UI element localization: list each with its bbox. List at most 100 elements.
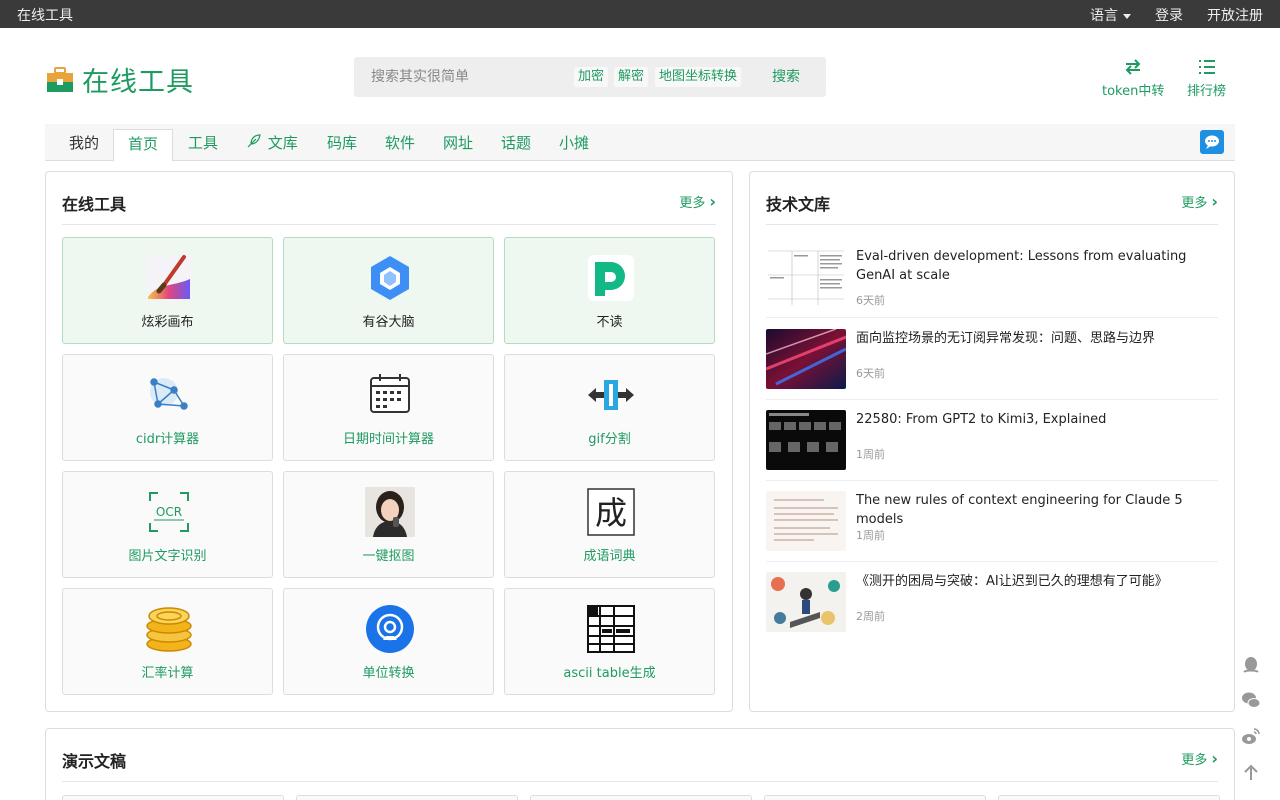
tab-mine[interactable]: 我的 [55, 130, 113, 161]
doc-item[interactable]: Eval-driven development: Lessons from ev… [766, 247, 1218, 318]
doc-thumbnail [766, 329, 846, 389]
doc-title[interactable]: The new rules of context engineering for… [856, 491, 1216, 529]
token-relay-label: token中转 [1102, 84, 1165, 99]
split-icon [586, 370, 636, 420]
wechat-icon[interactable] [1241, 690, 1261, 710]
ranking-button[interactable]: 排行榜 [1187, 59, 1226, 99]
weibo-icon[interactable] [1241, 726, 1261, 746]
login-link[interactable]: 登录 [1155, 5, 1183, 25]
tool-card[interactable]: cidr计算器 [62, 354, 273, 461]
doc-time: 2周前 [856, 610, 885, 623]
back-to-top-icon[interactable] [1241, 762, 1261, 782]
tool-card[interactable]: 汇率计算 [62, 588, 273, 695]
bu-du-icon [586, 253, 636, 303]
divider [62, 224, 716, 225]
doc-item[interactable]: 22580: From GPT2 to Kimi3, Explained 1周前 [766, 410, 1218, 481]
site-name[interactable]: 在线工具 [17, 5, 73, 25]
hexagon-icon [365, 253, 415, 303]
search-button[interactable]: 搜索 [772, 67, 800, 87]
qq-icon[interactable] [1241, 655, 1261, 675]
demo-card[interactable] [296, 795, 518, 800]
tool-card[interactable]: 成 成语词典 [504, 471, 715, 578]
network-icon [144, 370, 194, 420]
doc-time: 6天前 [856, 367, 885, 380]
search-tag-encrypt[interactable]: 加密 [574, 67, 609, 87]
tool-name: 不读 [596, 315, 623, 330]
tool-name: 一键抠图 [362, 549, 415, 564]
tool-card[interactable]: 单位转换 [283, 588, 494, 695]
tab-sites[interactable]: 网址 [429, 130, 487, 161]
main-nav: 我的 首页 工具 文库 码库 软件 网址 话题 小摊 [45, 124, 1235, 162]
demo-card[interactable] [530, 795, 752, 800]
logo-text: 在线工具 [82, 67, 194, 98]
tab-home[interactable]: 首页 [113, 129, 174, 162]
tab-code[interactable]: 码库 [313, 130, 371, 161]
demo-card[interactable] [62, 795, 284, 800]
demo-card[interactable] [998, 795, 1220, 800]
tool-card[interactable]: 日期时间计算器 [283, 354, 494, 461]
unit-icon [365, 604, 415, 654]
tab-library[interactable]: 文库 [233, 130, 312, 161]
tool-card[interactable]: 一键抠图 [283, 471, 494, 578]
divider [766, 224, 1218, 225]
tab-library-label: 文库 [267, 134, 298, 152]
tab-tools[interactable]: 工具 [174, 130, 232, 161]
search-tag-decrypt[interactable]: 解密 [614, 67, 649, 87]
doc-thumbnail [766, 247, 846, 307]
svg-text:成: 成 [595, 494, 627, 532]
doc-title[interactable]: 22580: From GPT2 to Kimi3, Explained [856, 410, 1216, 429]
portrait-icon [365, 487, 415, 537]
ocr-icon: OCR [144, 487, 194, 537]
tool-name: gif分割 [588, 432, 631, 447]
tab-software[interactable]: 软件 [371, 130, 429, 161]
calendar-icon [365, 370, 415, 420]
swap-arrows-icon [1102, 59, 1164, 77]
divider [766, 561, 1218, 562]
tool-card[interactable]: OCR 图片文字识别 [62, 471, 273, 578]
top-bar: 在线工具 语言 登录 开放注册 [0, 0, 1280, 28]
register-link[interactable]: 开放注册 [1207, 5, 1263, 25]
tool-card[interactable]: 有谷大脑 [283, 237, 494, 344]
language-dropdown[interactable]: 语言 [1090, 5, 1131, 25]
tools-panel: 在线工具 更多 炫彩画布 有谷大脑 [45, 171, 733, 712]
doc-item[interactable]: 《测开的困局与突破：AI让迟到已久的理想有了可能》 2周前 [766, 572, 1218, 642]
doc-time: 1周前 [856, 529, 885, 542]
doc-title[interactable]: 面向监控场景的无订阅异常发现：问题、思路与边界 [856, 329, 1216, 348]
search-tag-map-coord[interactable]: 地图坐标转换 [655, 67, 742, 87]
divider [62, 781, 1218, 782]
demo-panel: 演示文稿 更多 [45, 728, 1235, 800]
svg-text:OCR: OCR [156, 505, 182, 519]
doc-time: 6天前 [856, 294, 885, 307]
tool-name: ascii table生成 [563, 666, 656, 681]
tool-name: 图片文字识别 [128, 549, 207, 564]
token-relay-button[interactable]: token中转 [1102, 59, 1164, 99]
doc-item[interactable]: 面向监控场景的无订阅异常发现：问题、思路与边界 6天前 [766, 329, 1218, 400]
tool-card[interactable]: 炫彩画布 [62, 237, 273, 344]
tab-topics[interactable]: 话题 [487, 130, 545, 161]
tool-name: 日期时间计算器 [342, 432, 434, 447]
chat-icon[interactable] [1200, 130, 1224, 154]
demo-card[interactable] [764, 795, 986, 800]
doc-title[interactable]: Eval-driven development: Lessons from ev… [856, 247, 1216, 285]
tab-stalls[interactable]: 小摊 [545, 130, 603, 161]
doc-time: 1周前 [856, 448, 885, 461]
doc-title[interactable]: 《测开的困局与突破：AI让迟到已久的理想有了可能》 [856, 572, 1216, 591]
search-input[interactable] [354, 57, 564, 97]
tool-card[interactable]: 不读 [504, 237, 715, 344]
demo-panel-title: 演示文稿 [62, 752, 127, 771]
list-icon [1187, 59, 1226, 77]
docs-more-link[interactable]: 更多 [1181, 192, 1218, 211]
logo[interactable]: 在线工具 [46, 60, 194, 99]
docs-panel: 技术文库 更多 Eval-driven development: Lessons… [749, 171, 1235, 712]
doc-item[interactable]: The new rules of context engineering for… [766, 491, 1218, 562]
divider [766, 399, 1218, 400]
demo-more-link[interactable]: 更多 [1181, 749, 1218, 768]
tools-more-link[interactable]: 更多 [679, 192, 716, 211]
tool-card[interactable]: gif分割 [504, 354, 715, 461]
top-bar-right: 语言 登录 开放注册 [1090, 5, 1263, 25]
toolbox-icon [46, 66, 74, 93]
tool-name: 单位转换 [362, 666, 415, 681]
tool-card[interactable]: ascii table生成 [504, 588, 715, 695]
search-bar: 加密 解密 地图坐标转换 搜索 [354, 57, 826, 97]
coins-icon [144, 604, 194, 654]
